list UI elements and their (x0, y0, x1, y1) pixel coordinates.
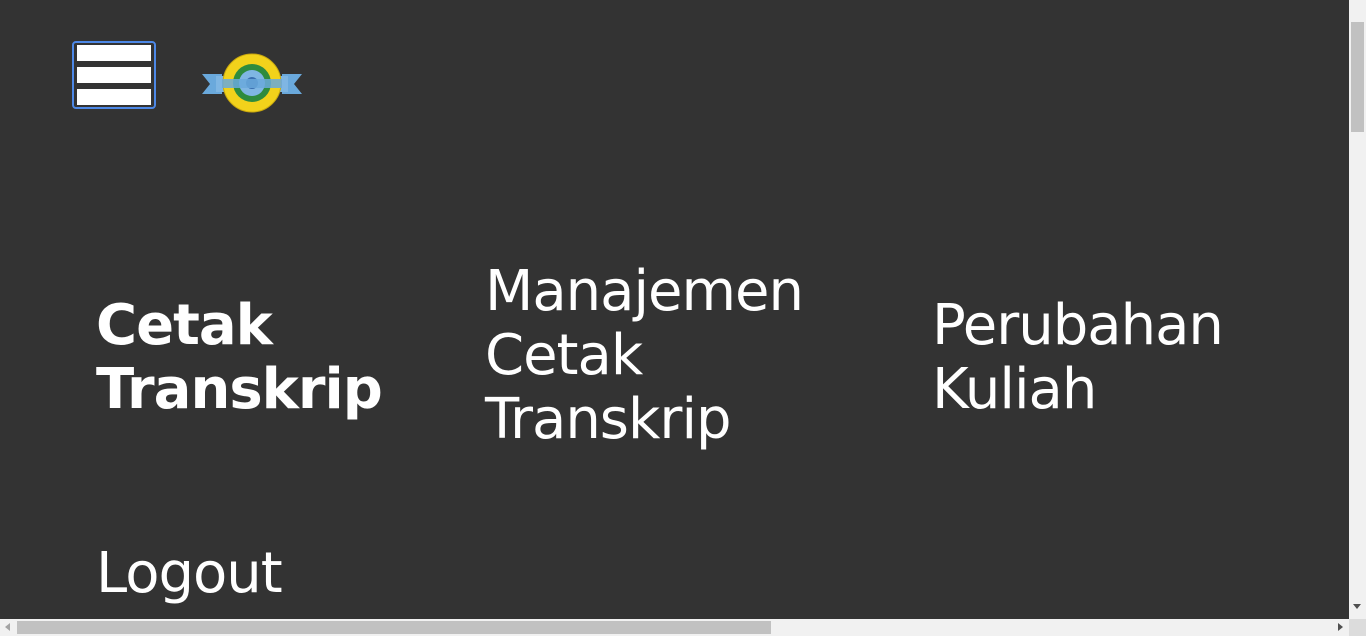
hamburger-bar-bottom (77, 89, 151, 105)
horizontal-scrollbar-thumb[interactable] (17, 621, 771, 634)
nav-link-manajemen-cetak-transkrip[interactable]: Manajemen Cetak Transkrip (485, 260, 865, 452)
vertical-scrollbar[interactable] (1349, 0, 1366, 619)
logo-ribbon-front (222, 79, 282, 88)
hamburger-bar-middle (77, 67, 151, 83)
horizontal-scrollbar[interactable] (0, 619, 1349, 636)
scroll-left-arrow-icon[interactable] (5, 623, 10, 631)
menu-toggle-button[interactable] (72, 41, 156, 109)
university-seal-icon[interactable] (200, 52, 304, 114)
page-viewport: Cetak Transkrip Manajemen Cetak Transkri… (0, 0, 1349, 619)
nav-link-perubahan-kuliah[interactable]: Perubahan Kuliah (932, 294, 1292, 422)
scroll-down-arrow-icon[interactable] (1353, 604, 1361, 609)
nav-link-logout[interactable]: Logout (96, 542, 396, 606)
scrollbar-corner (1349, 619, 1366, 636)
vertical-scrollbar-thumb[interactable] (1351, 22, 1364, 132)
nav-link-cetak-transkrip[interactable]: Cetak Transkrip (96, 294, 426, 422)
hamburger-bar-top (77, 45, 151, 61)
scroll-right-arrow-icon[interactable] (1338, 623, 1343, 631)
